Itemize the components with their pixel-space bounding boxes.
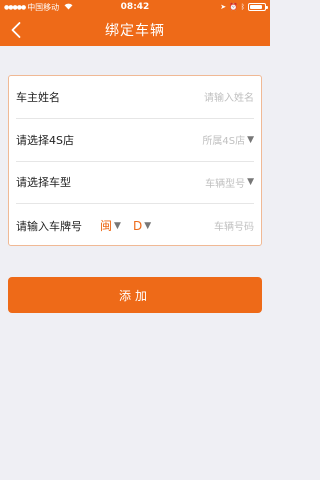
status-right: ➤ ⏰ ᛒ — [220, 3, 268, 11]
battery-level — [250, 5, 262, 9]
wifi-icon — [64, 3, 73, 12]
store-select[interactable]: 所属4S店 ▼ — [202, 132, 254, 148]
add-button[interactable]: 添加 — [8, 277, 262, 313]
model-select[interactable]: 车辆型号 ▼ — [205, 175, 254, 190]
signal-icon: ●●●●● — [4, 3, 26, 11]
store-label: 请选择4S店 — [16, 133, 74, 147]
plate-row: 请输入车牌号 闽 ▼ D ▼ 车辆号码 — [16, 204, 254, 247]
battery-icon — [248, 3, 268, 11]
page-title: 绑定车辆 — [105, 23, 165, 39]
caret-down-icon: ▼ — [247, 134, 254, 145]
bluetooth-icon: ᛒ — [240, 3, 245, 11]
status-bar: ●●●●● 中国移动 08:42 ➤ ⏰ ᛒ — [0, 0, 270, 14]
bind-vehicle-form: 车主姓名 请输入姓名 请选择4S店 所属4S店 ▼ 请选择车型 车辆型号 ▼ 请… — [8, 75, 262, 246]
plate-number-input[interactable]: 车辆号码 — [214, 218, 254, 233]
carrier-name: 中国移动 — [27, 2, 60, 12]
city-letter-value: D — [132, 218, 143, 233]
store-value: 所属4S店 — [202, 136, 246, 148]
status-left: ●●●●● 中国移动 — [4, 2, 73, 13]
caret-down-icon: ▼ — [114, 220, 121, 231]
owner-name-input[interactable]: 请输入姓名 — [204, 89, 254, 104]
back-icon[interactable] — [8, 21, 26, 39]
caret-down-icon: ▼ — [247, 177, 254, 188]
owner-name-row[interactable]: 车主姓名 请输入姓名 — [16, 76, 254, 119]
model-select-row[interactable]: 请选择车型 车辆型号 ▼ — [16, 162, 254, 205]
province-value: 闽 — [100, 219, 113, 234]
nav-bar: 绑定车辆 — [0, 14, 270, 46]
province-select[interactable]: 闽 ▼ — [100, 217, 121, 234]
city-letter-select[interactable]: D ▼ — [133, 219, 151, 233]
plate-label: 请输入车牌号 — [16, 219, 82, 233]
model-value: 车辆型号 — [205, 178, 246, 190]
owner-name-label: 车主姓名 — [16, 90, 60, 104]
alarm-icon: ⏰ — [229, 3, 238, 11]
model-label: 请选择车型 — [16, 176, 71, 190]
location-icon: ➤ — [220, 3, 227, 11]
store-select-row[interactable]: 请选择4S店 所属4S店 ▼ — [16, 119, 254, 162]
caret-down-icon: ▼ — [144, 220, 152, 231]
